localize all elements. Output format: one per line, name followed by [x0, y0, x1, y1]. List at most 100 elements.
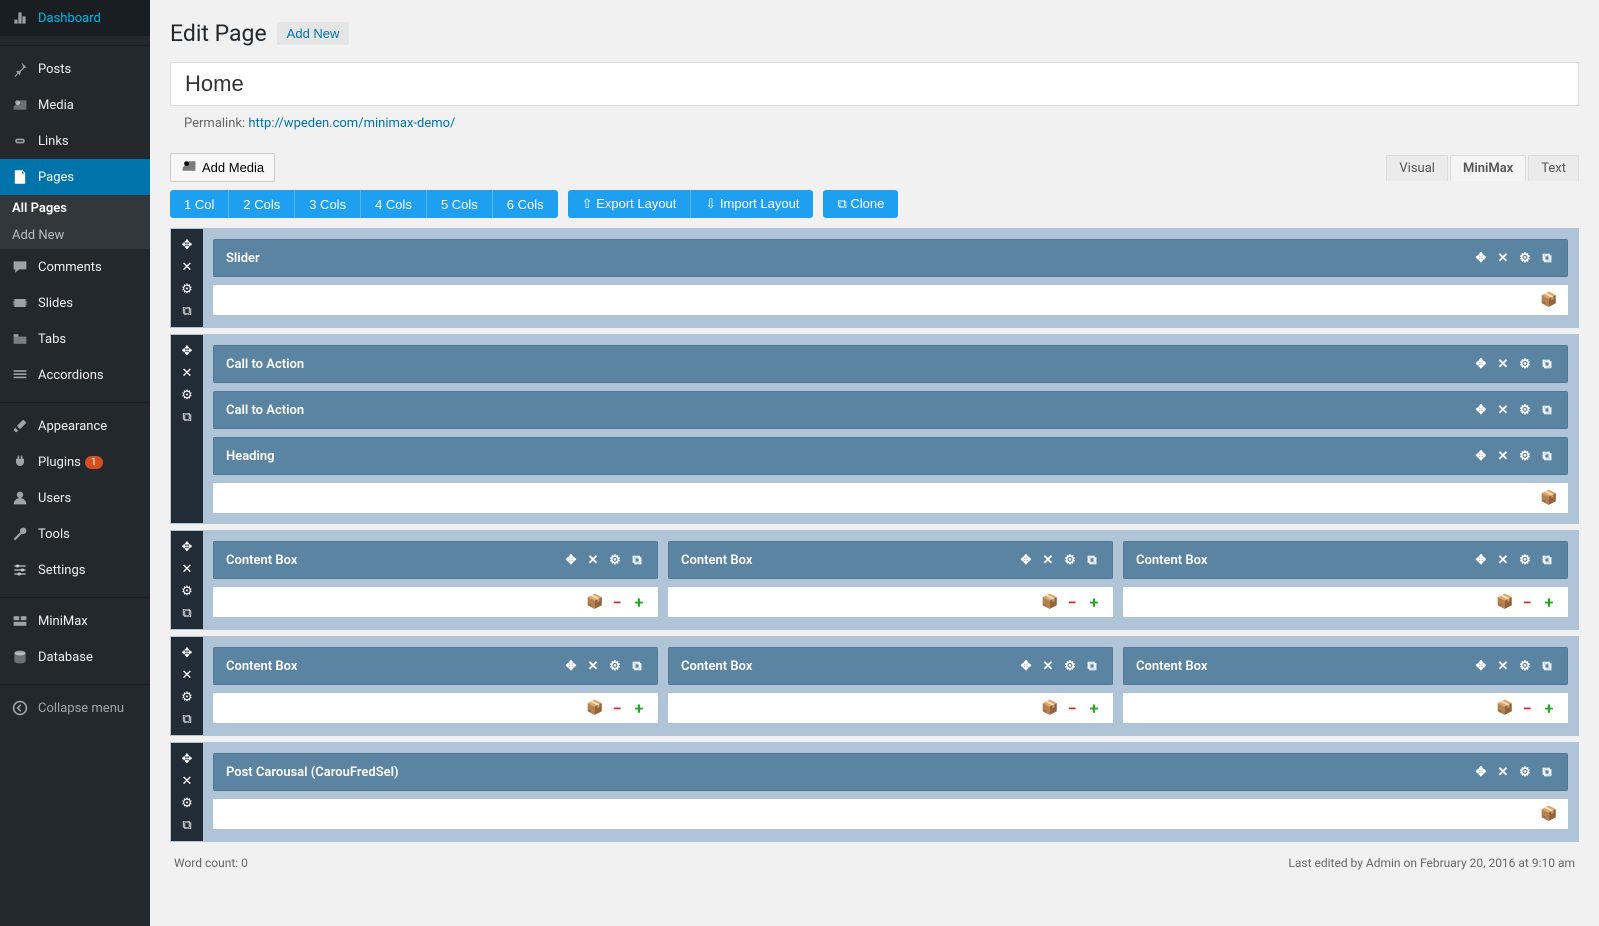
submenu-add-new[interactable]: Add New	[0, 222, 150, 249]
sidebar-item-plugins[interactable]: Plugins 1	[0, 444, 150, 480]
close-icon[interactable]: ✕	[1495, 356, 1511, 372]
sidebar-item-database[interactable]: Database	[0, 639, 150, 675]
move-icon[interactable]: ✥	[177, 643, 197, 663]
sidebar-item-pages[interactable]: Pages	[0, 159, 150, 195]
close-icon[interactable]: ✕	[1495, 250, 1511, 266]
copy-icon[interactable]: ⧉	[177, 407, 197, 427]
move-icon[interactable]: ✥	[563, 658, 579, 674]
add-widget-icon[interactable]: 📦	[1540, 805, 1558, 823]
close-icon[interactable]: ✕	[177, 771, 197, 791]
sidebar-item-posts[interactable]: Posts	[0, 51, 150, 87]
move-icon[interactable]: ✥	[1473, 658, 1489, 674]
close-icon[interactable]: ✕	[585, 658, 601, 674]
remove-column-icon[interactable]: −	[1063, 593, 1081, 611]
widget-header[interactable]: Call to Action✥✕⚙⧉	[214, 346, 1567, 382]
move-icon[interactable]: ✥	[1473, 448, 1489, 464]
close-icon[interactable]: ✕	[1040, 552, 1056, 568]
add-column-icon[interactable]: +	[1540, 593, 1558, 611]
gear-icon[interactable]: ⚙	[1062, 552, 1078, 568]
remove-column-icon[interactable]: −	[1518, 699, 1536, 717]
copy-icon[interactable]: ⧉	[177, 815, 197, 835]
col-4-button[interactable]: 4 Cols	[361, 190, 427, 218]
close-icon[interactable]: ✕	[1495, 764, 1511, 780]
sidebar-collapse[interactable]: Collapse menu	[0, 690, 150, 726]
add-new-button[interactable]: Add New	[277, 22, 350, 45]
tab-minimax[interactable]: MiniMax	[1450, 155, 1526, 181]
permalink-url[interactable]: http://wpeden.com/minimax-demo/	[248, 116, 455, 131]
move-icon[interactable]: ✥	[1473, 552, 1489, 568]
copy-icon[interactable]: ⧉	[629, 658, 645, 674]
close-icon[interactable]: ✕	[1495, 658, 1511, 674]
col-1-button[interactable]: 1 Col	[170, 190, 229, 218]
move-icon[interactable]: ✥	[1473, 764, 1489, 780]
widget-header[interactable]: Content Box✥✕⚙⧉	[1124, 648, 1567, 684]
sidebar-item-slides[interactable]: Slides	[0, 285, 150, 321]
widget-header[interactable]: Post Carousal (CarouFredSel)✥✕⚙⧉	[214, 754, 1567, 790]
remove-column-icon[interactable]: −	[608, 699, 626, 717]
sidebar-item-tools[interactable]: Tools	[0, 516, 150, 552]
col-5-button[interactable]: 5 Cols	[427, 190, 493, 218]
gear-icon[interactable]: ⚙	[177, 279, 197, 299]
copy-icon[interactable]: ⧉	[1539, 764, 1555, 780]
copy-icon[interactable]: ⧉	[1539, 356, 1555, 372]
add-column-icon[interactable]: +	[630, 593, 648, 611]
page-title-input[interactable]	[170, 62, 1579, 106]
tab-text[interactable]: Text	[1528, 155, 1579, 181]
gear-icon[interactable]: ⚙	[177, 687, 197, 707]
col-6-button[interactable]: 6 Cols	[493, 190, 558, 218]
gear-icon[interactable]: ⚙	[1517, 552, 1533, 568]
add-widget-icon[interactable]: 📦	[1041, 593, 1059, 611]
copy-icon[interactable]: ⧉	[1084, 552, 1100, 568]
gear-icon[interactable]: ⚙	[1517, 402, 1533, 418]
add-column-icon[interactable]: +	[1540, 699, 1558, 717]
gear-icon[interactable]: ⚙	[607, 552, 623, 568]
copy-icon[interactable]: ⧉	[1084, 658, 1100, 674]
add-media-button[interactable]: Add Media	[170, 153, 275, 182]
gear-icon[interactable]: ⚙	[177, 793, 197, 813]
copy-icon[interactable]: ⧉	[1539, 552, 1555, 568]
sidebar-item-accordions[interactable]: Accordions	[0, 357, 150, 393]
move-icon[interactable]: ✥	[1473, 250, 1489, 266]
gear-icon[interactable]: ⚙	[607, 658, 623, 674]
widget-header[interactable]: Content Box✥✕⚙⧉	[1124, 542, 1567, 578]
widget-header[interactable]: Call to Action✥✕⚙⧉	[214, 392, 1567, 428]
import-layout-button[interactable]: ⇩ Import Layout	[691, 190, 813, 218]
close-icon[interactable]: ✕	[177, 363, 197, 383]
tab-visual[interactable]: Visual	[1386, 155, 1448, 181]
remove-column-icon[interactable]: −	[1518, 593, 1536, 611]
move-icon[interactable]: ✥	[563, 552, 579, 568]
submenu-all-pages[interactable]: All Pages	[0, 195, 150, 222]
move-icon[interactable]: ✥	[177, 537, 197, 557]
copy-icon[interactable]: ⧉	[1539, 250, 1555, 266]
clone-button[interactable]: ⧉ Clone	[823, 190, 898, 218]
sidebar-item-comments[interactable]: Comments	[0, 249, 150, 285]
gear-icon[interactable]: ⚙	[1517, 250, 1533, 266]
close-icon[interactable]: ✕	[1495, 402, 1511, 418]
close-icon[interactable]: ✕	[177, 665, 197, 685]
copy-icon[interactable]: ⧉	[629, 552, 645, 568]
add-widget-icon[interactable]: 📦	[586, 593, 604, 611]
widget-header[interactable]: Heading✥✕⚙⧉	[214, 438, 1567, 474]
sidebar-item-media[interactable]: Media	[0, 87, 150, 123]
copy-icon[interactable]: ⧉	[1539, 448, 1555, 464]
sidebar-item-minimax[interactable]: MiniMax	[0, 603, 150, 639]
gear-icon[interactable]: ⚙	[1517, 448, 1533, 464]
col-2-button[interactable]: 2 Cols	[229, 190, 295, 218]
gear-icon[interactable]: ⚙	[177, 385, 197, 405]
gear-icon[interactable]: ⚙	[1517, 658, 1533, 674]
add-widget-icon[interactable]: 📦	[1540, 489, 1558, 507]
move-icon[interactable]: ✥	[1473, 356, 1489, 372]
copy-icon[interactable]: ⧉	[177, 301, 197, 321]
close-icon[interactable]: ✕	[1040, 658, 1056, 674]
close-icon[interactable]: ✕	[1495, 448, 1511, 464]
remove-column-icon[interactable]: −	[608, 593, 626, 611]
gear-icon[interactable]: ⚙	[1517, 356, 1533, 372]
widget-header[interactable]: Content Box✥✕⚙⧉	[669, 542, 1112, 578]
sidebar-item-settings[interactable]: Settings	[0, 552, 150, 588]
close-icon[interactable]: ✕	[1495, 552, 1511, 568]
gear-icon[interactable]: ⚙	[1517, 764, 1533, 780]
add-widget-icon[interactable]: 📦	[1496, 699, 1514, 717]
move-icon[interactable]: ✥	[177, 341, 197, 361]
widget-header[interactable]: Content Box✥✕⚙⧉	[214, 542, 657, 578]
copy-icon[interactable]: ⧉	[1539, 658, 1555, 674]
